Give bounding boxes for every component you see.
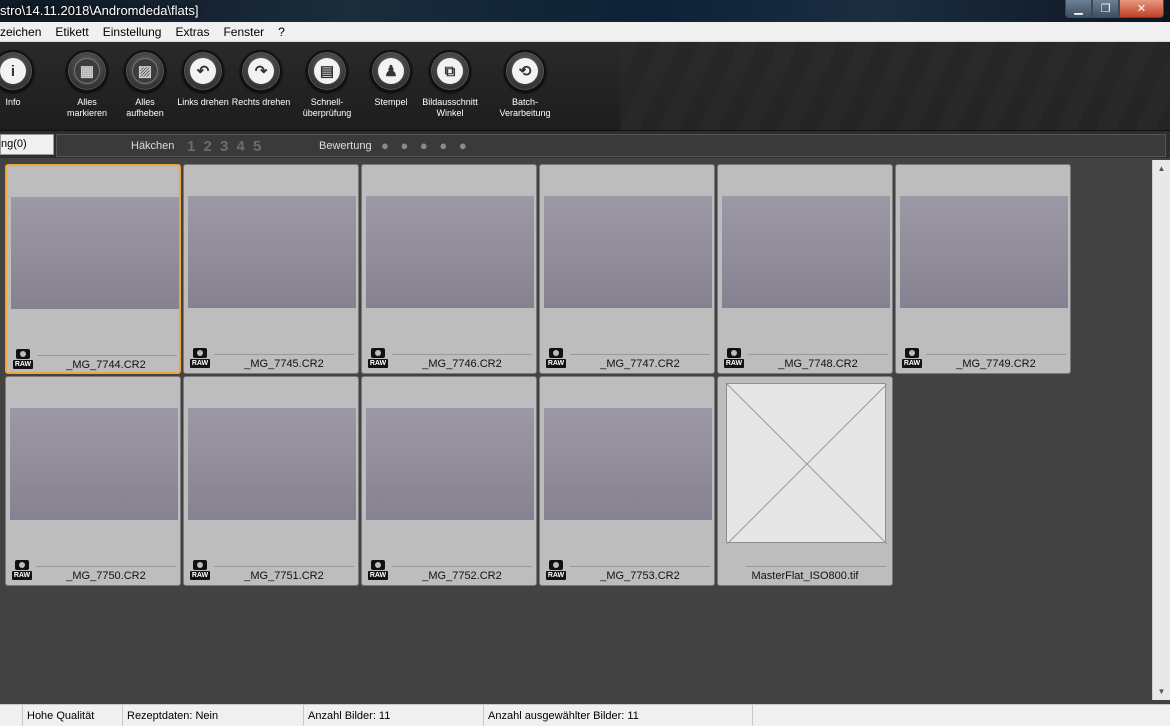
thumbnail-filename: _MG_7746.CR2	[422, 358, 502, 370]
thumbnail-image	[366, 408, 534, 520]
deselect-all-icon: ▨	[124, 50, 166, 92]
raw-camera-icon: RAW	[190, 560, 210, 584]
raw-camera-icon: RAW	[12, 560, 32, 584]
thumbnail-image	[544, 408, 712, 520]
toolbar-button-7[interactable]: ⧉ Bildausschnitt Winkel	[415, 50, 485, 119]
thumbnail[interactable]: RAW _MG_7751.CR2	[183, 376, 359, 586]
raw-camera-icon: RAW	[368, 348, 388, 372]
vertical-scrollbar[interactable]: ▲ ▼	[1152, 160, 1170, 700]
thumbnail[interactable]: RAW _MG_7749.CR2	[895, 164, 1071, 374]
raw-camera-icon: RAW	[546, 560, 566, 584]
scroll-up-icon[interactable]: ▲	[1153, 160, 1170, 177]
batch-process-icon: ⟲	[504, 50, 546, 92]
thumbnail[interactable]: RAW _MG_7746.CR2	[361, 164, 537, 374]
toolbar-label: Info	[5, 97, 21, 107]
toolbar: i Info ▦ Alles markieren ▨ Alles aufheben ↶ Lin…	[0, 42, 1170, 130]
thumbnail[interactable]: RAW _MG_7750.CR2	[5, 376, 181, 586]
thumbnail-filename: _MG_7752.CR2	[422, 570, 502, 582]
thumbnail-filename: _MG_7753.CR2	[600, 570, 680, 582]
close-button[interactable]: ✕	[1119, 0, 1164, 18]
thumbnail-filename: _MG_7747.CR2	[600, 358, 680, 370]
thumbnail-filename: _MG_7750.CR2	[66, 570, 146, 582]
menu-bar: zeichen Etikett Einstellung Extras Fenst…	[0, 22, 1170, 42]
toolbar-label: Batch- Verarbeitung	[499, 97, 551, 118]
toolbar-label: Rechts drehen	[231, 97, 291, 107]
raw-camera-icon: RAW	[368, 560, 388, 584]
thumbnail-image	[188, 196, 356, 308]
menu-bearbeiten[interactable]: zeichen	[0, 22, 48, 41]
thumbnail-image	[366, 196, 534, 308]
minimize-button[interactable]: ▁	[1065, 0, 1092, 18]
raw-camera-icon: RAW	[902, 348, 922, 372]
thumbnail[interactable]: RAW _MG_7745.CR2	[183, 164, 359, 374]
toolbar-button-8[interactable]: ⟲ Batch- Verarbeitung	[490, 50, 560, 119]
status-bar: Hohe Qualität Rezeptdaten: Nein Anzahl B…	[0, 704, 1170, 726]
thumbnail-filename: _MG_7751.CR2	[244, 570, 324, 582]
menu-fenster[interactable]: Fenster	[216, 22, 271, 41]
menu-einstellung[interactable]: Einstellung	[96, 22, 169, 41]
thumbnail[interactable]: RAW _MG_7748.CR2	[717, 164, 893, 374]
status-image-count: Anzahl Bilder: 11	[303, 705, 390, 726]
rating-filter[interactable]: ● ● ● ● ●	[381, 138, 471, 153]
thumbnail[interactable]: RAW _MG_7744.CR2	[5, 164, 181, 374]
rotate-right-icon: ↷	[240, 50, 282, 92]
filter-panel: Häkchen 1 2 3 4 5 Bewertung ● ● ● ● ●	[56, 134, 1166, 157]
thumbnail-image	[722, 196, 890, 308]
quick-check-icon: ▤	[306, 50, 348, 92]
window-controls: ▁ ❐ ✕	[1065, 0, 1164, 18]
thumbnail-image	[10, 408, 178, 520]
menu-help[interactable]: ?	[271, 22, 292, 41]
toolbar-label: Schnell- überprüfung	[302, 97, 352, 118]
toolbar-button-5[interactable]: ▤ Schnell- überprüfung	[292, 50, 362, 119]
toolbar-button-4[interactable]: ↷ Rechts drehen	[226, 50, 296, 108]
thumbnail[interactable]: RAW _MG_7753.CR2	[539, 376, 715, 586]
rotate-left-icon: ↶	[182, 50, 224, 92]
thumbnail-filename: _MG_7749.CR2	[956, 358, 1036, 370]
scroll-down-icon[interactable]: ▼	[1153, 683, 1170, 700]
info-icon: i	[0, 50, 34, 92]
thumbnail-filename: _MG_7744.CR2	[66, 359, 146, 371]
title-bar: stro\14.11.2018\Andromdeda\flats] ▁ ❐ ✕	[0, 0, 1170, 22]
thumbnail-image	[11, 197, 179, 309]
check-mark-label: Häkchen	[131, 140, 175, 152]
filter-bar: ng(0) Häkchen 1 2 3 4 5 Bewertung ● ● ● …	[0, 130, 1170, 158]
raw-camera-icon: RAW	[546, 348, 566, 372]
thumbnail[interactable]: RAW _MG_7752.CR2	[361, 376, 537, 586]
thumbnail-image	[544, 196, 712, 308]
thumbnail-image	[900, 196, 1068, 308]
thumbnail-image	[188, 408, 356, 520]
status-recipe: Rezeptdaten: Nein	[122, 705, 218, 726]
menu-etikett[interactable]: Etikett	[48, 22, 95, 41]
status-selected-count: Anzahl ausgewählter Bilder: 11	[483, 705, 639, 726]
stamp-icon: ♟	[370, 50, 412, 92]
crop-angle-icon: ⧉	[429, 50, 471, 92]
thumbnail-filename: MasterFlat_ISO800.tif	[751, 570, 859, 582]
thumbnail-filename: _MG_7745.CR2	[244, 358, 324, 370]
check-mark-filter[interactable]: 1 2 3 4 5	[187, 138, 263, 155]
toolbar-button-0[interactable]: i Info	[0, 50, 48, 108]
thumbnail[interactable]: MasterFlat_ISO800.tif	[717, 376, 893, 586]
thumbnail-grid: RAW _MG_7744.CR2 RAW _MG_7745.CR2 RAW _MG_774…	[0, 160, 1152, 700]
maximize-button[interactable]: ❐	[1092, 0, 1119, 18]
select-all-icon: ▦	[66, 50, 108, 92]
missing-preview-icon	[726, 383, 887, 544]
raw-camera-icon: RAW	[190, 348, 210, 372]
raw-camera-icon: RAW	[724, 348, 744, 372]
thumbnail[interactable]: RAW _MG_7747.CR2	[539, 164, 715, 374]
rating-label: Bewertung	[319, 140, 372, 152]
thumbnail-filename: _MG_7748.CR2	[778, 358, 858, 370]
filter-tab[interactable]: ng(0)	[0, 134, 54, 155]
menu-extras[interactable]: Extras	[168, 22, 216, 41]
status-quality: Hohe Qualität	[22, 705, 94, 726]
window-title: stro\14.11.2018\Andromdeda\flats]	[0, 3, 199, 18]
raw-camera-icon: RAW	[13, 349, 33, 373]
app-window: stro\14.11.2018\Andromdeda\flats] ▁ ❐ ✕ …	[0, 0, 1170, 726]
toolbar-label: Bildausschnitt Winkel	[422, 97, 478, 118]
